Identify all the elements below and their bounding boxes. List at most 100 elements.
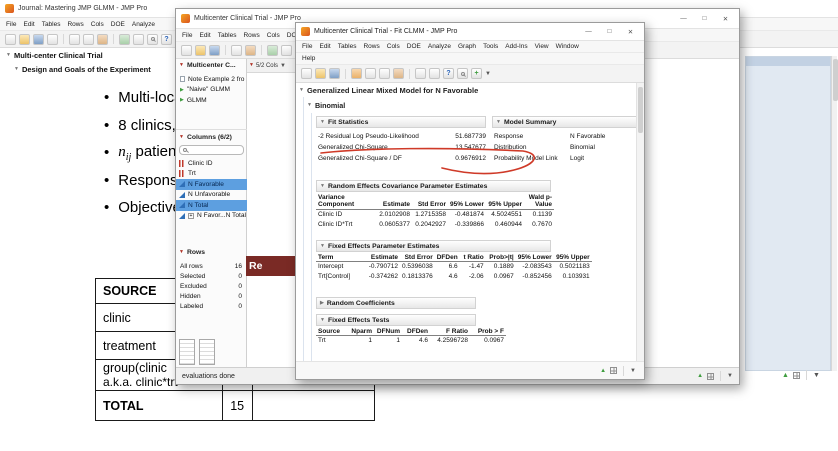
maximize-button[interactable]: □ [696, 13, 713, 25]
close-button[interactable]: ✕ [622, 26, 639, 38]
table-panel-header[interactable]: ▼ Multicenter C... [179, 62, 236, 69]
column-item-trt[interactable]: Trt [176, 169, 247, 180]
layout-grid-icon[interactable] [792, 371, 800, 379]
disclosure-icon[interactable]: ▼ [299, 88, 304, 93]
model-summary-header[interactable]: ▼ Model Summary [492, 116, 638, 128]
outline-binomial[interactable]: ▼ Binomial [307, 101, 345, 110]
fixed-effects-header[interactable]: ▼ Fixed Effects Parameter Estimates [316, 240, 551, 252]
paste-icon[interactable] [393, 68, 404, 79]
red-triangle-icon[interactable]: ▼ [179, 63, 184, 68]
column-item-n-total[interactable]: N Total [176, 200, 247, 211]
menu-rows[interactable]: Rows [67, 21, 83, 28]
undo-icon[interactable] [119, 33, 130, 45]
zoom-icon[interactable] [147, 33, 158, 45]
outline-multicenter[interactable]: ▼ Multi-center Clinical Trial [6, 51, 103, 60]
menu-analyze[interactable]: Analyze [428, 43, 451, 50]
disclosure-icon[interactable]: ▶ [320, 300, 324, 306]
redo-icon[interactable] [133, 33, 144, 45]
fit-window-titlebar[interactable]: Multicenter Clinical Trial - Fit CLMM - … [296, 23, 644, 41]
toolbar-overflow-icon[interactable]: ▼ [485, 71, 491, 77]
menu-rows[interactable]: Rows [363, 43, 379, 50]
layout-icon[interactable] [365, 68, 376, 79]
journal-icon[interactable] [351, 68, 362, 79]
menu-tables[interactable]: Tables [338, 43, 357, 50]
layout-grid-icon[interactable] [610, 367, 618, 374]
disclosure-icon[interactable]: ▼ [496, 119, 501, 125]
menu-addins[interactable]: Add-Ins [505, 43, 527, 50]
copy-icon[interactable] [83, 33, 94, 45]
menu-window[interactable]: Window [556, 43, 579, 50]
cut-icon[interactable] [69, 33, 80, 45]
graph-icon[interactable] [281, 44, 292, 56]
menu-file[interactable]: File [302, 43, 312, 50]
outline-glmm[interactable]: ▼ Generalized Linear Mixed Model for N F… [299, 86, 478, 95]
fixed-effects-tests-header[interactable]: ▼ Fixed Effects Tests [316, 314, 476, 326]
menu-file[interactable]: File [182, 32, 192, 39]
menu-cols[interactable]: Cols [91, 21, 104, 28]
run-script-icon[interactable]: ▶ [180, 97, 184, 103]
layout-grid-icon[interactable] [707, 372, 715, 380]
disclosure-icon[interactable]: ▼ [320, 317, 325, 323]
menu-file[interactable]: File [6, 21, 16, 28]
new-icon[interactable] [181, 44, 192, 56]
scrollbar-thumb[interactable] [833, 59, 838, 101]
menu-edit[interactable]: Edit [199, 32, 210, 39]
disclosure-icon[interactable]: ▼ [320, 119, 325, 125]
save-icon[interactable] [33, 33, 44, 45]
zoom-icon[interactable] [457, 68, 468, 79]
journal-scrollbar[interactable] [831, 56, 838, 371]
new-journal-icon[interactable] [5, 33, 16, 45]
scrollbar-thumb[interactable] [638, 87, 643, 133]
script-item-naive-glmm[interactable]: ▶ "Naive" GLMM [177, 85, 246, 96]
outline-design-goals[interactable]: ▼ Design and Goals of the Experiment [14, 65, 151, 74]
disclosure-icon[interactable]: ▼ [14, 67, 19, 72]
red-triangle-icon[interactable]: ▼ [179, 135, 184, 140]
menu-doe[interactable]: DOE [407, 43, 421, 50]
menu-graph[interactable]: Graph [458, 43, 476, 50]
open-icon[interactable] [315, 68, 326, 79]
disclosure-icon[interactable]: ▼ [6, 53, 11, 58]
menu-tables[interactable]: Tables [218, 32, 237, 39]
scroll-top-icon[interactable]: ▲ [600, 368, 606, 374]
open-icon[interactable] [195, 44, 206, 56]
print-icon[interactable] [47, 33, 58, 45]
columns-panel-header[interactable]: ▼ Columns (6/2) [179, 134, 232, 141]
help-icon[interactable]: ? [443, 68, 454, 79]
caret-down-icon[interactable]: ▼ [630, 368, 636, 374]
add-icon[interactable]: + [471, 68, 482, 79]
menu-cols[interactable]: Cols [387, 43, 400, 50]
menu-edit[interactable]: Edit [319, 43, 330, 50]
red-triangle-icon[interactable]: ▼ [179, 250, 184, 255]
caret-down-icon[interactable]: ▼ [813, 372, 820, 379]
save-icon[interactable] [209, 44, 220, 56]
analyze-icon[interactable] [267, 44, 278, 56]
run-script-icon[interactable]: ▶ [180, 87, 184, 93]
menu-tables[interactable]: Tables [42, 21, 61, 28]
grid-corner-cell[interactable]: ▼ 5/2 Cols ▼ [247, 59, 296, 73]
help-icon[interactable]: ? [161, 33, 172, 45]
selection-arrow-icon[interactable] [415, 68, 426, 79]
random-effects-header[interactable]: ▼ Random Effects Covariance Parameter Es… [316, 180, 551, 192]
menu-tools[interactable]: Tools [483, 43, 498, 50]
column-item-n-favor-n-total[interactable]: + N Favor...N Total [176, 211, 247, 222]
report-scrollbar[interactable] [636, 83, 644, 361]
column-search-input[interactable] [179, 145, 244, 155]
minimize-button[interactable]: — [675, 13, 692, 25]
disclosure-icon[interactable]: ▼ [307, 103, 312, 108]
caret-down-icon[interactable]: ▼ [280, 63, 286, 69]
paste-icon[interactable] [97, 33, 108, 45]
column-item-clinic-id[interactable]: Clinic ID [176, 158, 247, 169]
column-item-n-favorable[interactable]: N Favorable [176, 179, 247, 190]
scroll-top-icon[interactable]: ▲ [782, 372, 789, 379]
maximize-button[interactable]: □ [601, 26, 618, 38]
menu-rows[interactable]: Rows [243, 32, 259, 39]
paste-icon[interactable] [245, 44, 256, 56]
table-note-item[interactable]: Note Example 2 fro [177, 74, 246, 85]
menu-help[interactable]: Help [302, 55, 315, 62]
random-coefficients-header[interactable]: ▶ Random Coefficients [316, 297, 476, 309]
save-icon[interactable] [329, 68, 340, 79]
menu-cols[interactable]: Cols [267, 32, 280, 39]
open-icon[interactable] [19, 33, 30, 45]
copy-icon[interactable] [379, 68, 390, 79]
minimize-button[interactable]: — [580, 26, 597, 38]
